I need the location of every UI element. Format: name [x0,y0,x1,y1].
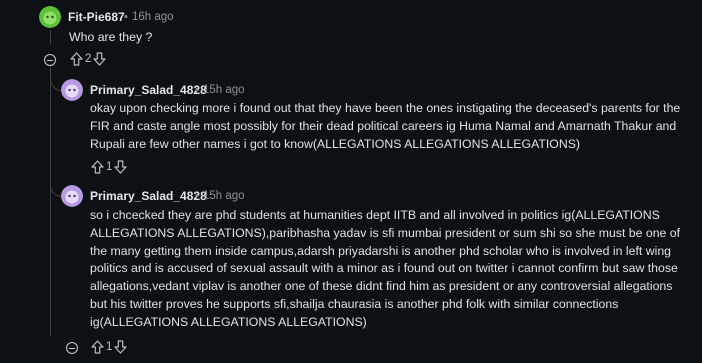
downvote-icon[interactable] [114,160,128,174]
vote-count: 2 [85,53,92,65]
comment-time[interactable]: 16h ago [132,11,174,23]
thread-line-main [50,30,51,44]
vote-count: 1 [106,341,113,353]
comment-time[interactable]: 15h ago [203,84,245,96]
upvote-icon[interactable] [70,52,83,66]
comment-author[interactable]: Primary_Salad_4828 [90,83,207,97]
separator-dot: • [195,190,199,202]
upvote-icon[interactable] [91,340,104,354]
vote-bar: 1 [91,340,128,354]
snoo-avatar-icon [61,185,83,207]
collapse-thread-button[interactable] [66,342,78,354]
vote-count: 1 [106,161,113,173]
comment-author[interactable]: Primary_Salad_4828 [90,189,207,203]
separator-dot: • [195,84,199,96]
downvote-icon[interactable] [114,340,128,354]
vote-bar: 2 [70,52,107,66]
comment-body: okay upon checking more i found out that… [90,101,681,151]
upvote-icon[interactable] [91,160,104,174]
avatar[interactable] [39,6,61,28]
comment-time[interactable]: 15h ago [203,190,245,202]
vote-bar: 1 [91,160,128,174]
downvote-icon[interactable] [93,52,107,66]
snoo-avatar-icon [39,6,61,28]
collapse-thread-button[interactable] [44,54,56,66]
avatar[interactable] [61,185,83,207]
snoo-avatar-icon [61,79,83,101]
thread-line-main [50,66,51,336]
comment-body: Who are they ? [69,30,153,44]
avatar[interactable] [61,79,83,101]
separator-dot: • [124,11,128,23]
comment-body: so i chcecked they are phd students at h… [90,208,681,329]
comment-author[interactable]: Fit-Pie687 [68,10,125,24]
